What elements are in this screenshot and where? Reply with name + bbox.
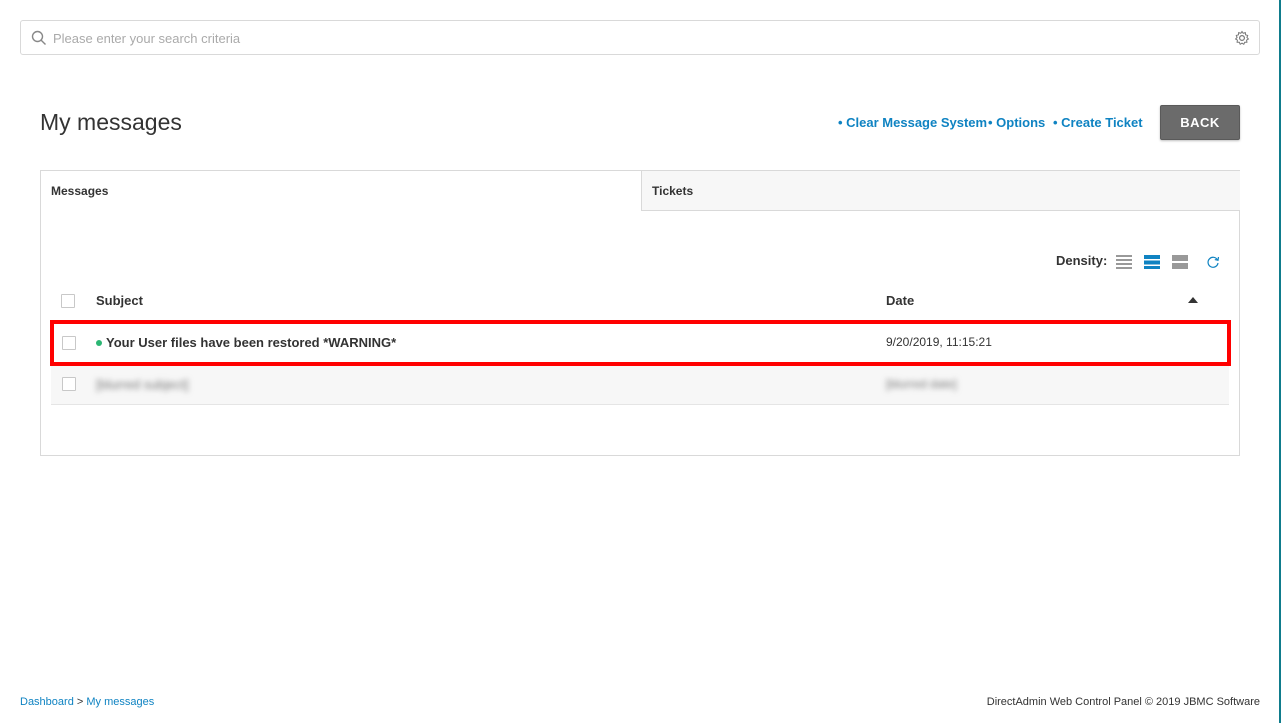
table-row[interactable]: Your User files have been restored *WARN… <box>51 321 1229 363</box>
search-input[interactable] <box>53 26 1233 50</box>
refresh-icon[interactable] <box>1206 255 1220 269</box>
date-column-header[interactable]: Date <box>886 293 914 308</box>
page-title: My messages <box>40 109 182 135</box>
row-checkbox[interactable] <box>62 336 76 350</box>
message-subject-text[interactable]: Your User files have been restored *WARN… <box>106 335 396 350</box>
sort-ascending-icon[interactable] <box>1188 297 1198 303</box>
density-medium-icon[interactable] <box>1144 254 1160 270</box>
table-row[interactable]: [blurred subject] [blurred date] <box>51 363 1229 405</box>
unread-dot-icon <box>96 339 102 346</box>
density-compact-icon[interactable] <box>1116 254 1132 270</box>
density-label: Density: <box>1056 253 1108 268</box>
create-ticket-label[interactable]: • Create Ticket <box>1053 115 1143 130</box>
message-subject[interactable]: Your User files have been restored *WARN… <box>96 335 396 350</box>
select-all-checkbox[interactable] <box>61 294 75 308</box>
gear-icon[interactable] <box>1234 30 1250 46</box>
messages-panel: Messages Tickets Density: Subject Date Y… <box>40 170 1240 456</box>
row-checkbox[interactable] <box>62 377 76 391</box>
clear-message-system-link[interactable]: • Clear Message System <box>838 115 987 130</box>
subject-column-header[interactable]: Subject <box>96 293 143 308</box>
back-button[interactable]: BACK <box>1160 105 1240 140</box>
footer-copyright: DirectAdmin Web Control Panel © 2019 JBM… <box>986 696 1260 708</box>
search-bar[interactable] <box>20 20 1260 55</box>
create-ticket-link[interactable]: • Create Ticket <box>1053 115 1143 130</box>
tab-messages[interactable]: Messages <box>41 171 641 211</box>
density-large-icon[interactable] <box>1172 254 1188 270</box>
breadcrumb-current-link[interactable]: My messages <box>86 696 154 708</box>
search-icon <box>31 30 46 45</box>
clear-message-system-label[interactable]: • Clear Message System <box>838 115 987 130</box>
breadcrumb-separator: > <box>73 696 87 708</box>
breadcrumb: Dashboard > My messages <box>20 696 154 708</box>
message-subject-blurred[interactable]: [blurred subject] <box>96 377 189 392</box>
tab-tickets[interactable]: Tickets <box>641 171 1240 211</box>
options-label[interactable]: • Options <box>988 115 1045 130</box>
message-date-blurred: [blurred date] <box>886 377 957 391</box>
breadcrumb-dashboard-link[interactable]: Dashboard <box>20 696 74 708</box>
messages-table: Subject Date Your User files have been r… <box>51 281 1229 405</box>
message-date: 9/20/2019, 11:15:21 <box>886 335 992 349</box>
table-header: Subject Date <box>51 281 1229 321</box>
options-link[interactable]: • Options <box>988 115 1045 130</box>
